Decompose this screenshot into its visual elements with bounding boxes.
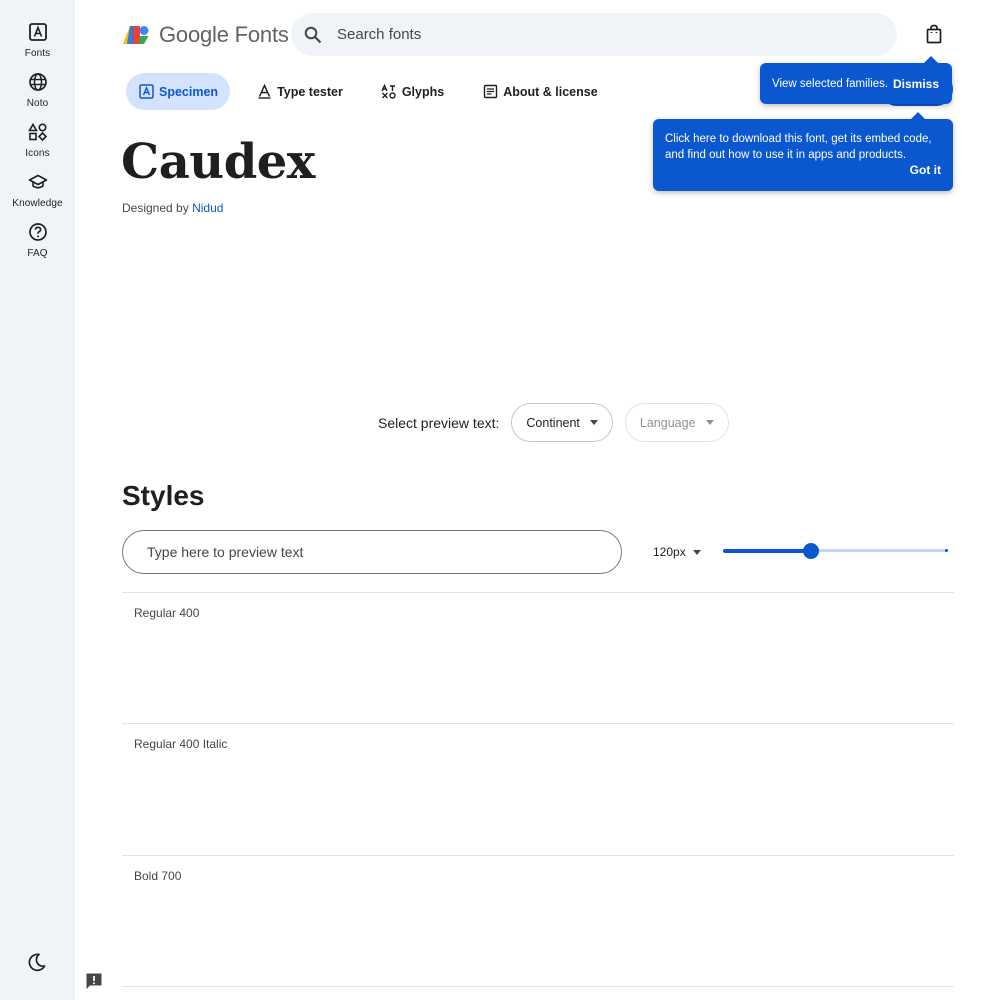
download-tooltip: Click here to download this font, get it… [653, 112, 953, 191]
fonts-icon [26, 20, 50, 44]
preview-text-field[interactable] [122, 530, 622, 574]
language-value: Language [639, 415, 696, 430]
rail-item-icons[interactable]: Icons [0, 120, 75, 159]
caret-down-icon [705, 420, 714, 425]
dismiss-button[interactable]: Dismiss [893, 77, 939, 91]
google-fonts-logo-icon [123, 26, 149, 44]
styles-heading: Styles [122, 480, 205, 511]
style-row-regular-400[interactable]: Regular 400 [122, 592, 954, 723]
tab-label: About & license [503, 84, 598, 99]
brand-name: Google Fonts [159, 22, 289, 47]
font-family-name: Caudex [121, 134, 315, 190]
rail-item-label: Knowledge [12, 198, 63, 209]
font-size-dropdown[interactable]: 120px [653, 545, 701, 559]
divider [122, 986, 954, 987]
rail-item-noto[interactable]: Noto [0, 70, 75, 109]
slider-fill [723, 549, 811, 553]
specimen-icon [138, 84, 154, 100]
preview-text-input[interactable] [147, 544, 587, 560]
rail-item-label: Fonts [24, 48, 51, 59]
tooltip-text: Click here to download this font, get it… [665, 133, 932, 161]
search-icon [301, 23, 325, 47]
tooltip-text: View selected families. [772, 77, 889, 90]
tab-glyphs[interactable]: Glyphs [369, 73, 456, 110]
tooltip-arrow [911, 112, 925, 119]
navigation-rail: Fonts Noto Icons Knowledge FAQ [0, 0, 75, 1000]
style-name: Regular 400 Italic [134, 737, 228, 751]
style-row-bold-700[interactable]: Bold 700 [122, 855, 954, 986]
rail-item-label: Noto [26, 98, 49, 109]
search-input[interactable] [337, 26, 837, 43]
shopping-bag-icon[interactable] [922, 22, 946, 46]
rail-item-label: Icons [25, 148, 50, 159]
preview-text-selector: Select preview text: Continent Language [378, 403, 741, 442]
font-size-value: 120px [653, 545, 686, 559]
slider-end-dot [945, 549, 948, 552]
caret-down-icon [692, 549, 701, 555]
globe-icon [26, 70, 50, 94]
font-size-slider[interactable] [723, 543, 948, 559]
slider-thumb[interactable] [803, 543, 819, 559]
search-bar[interactable] [291, 13, 897, 56]
rail-item-knowledge[interactable]: Knowledge [0, 170, 75, 209]
shapes-icon [26, 120, 50, 144]
tab-label: Glyphs [401, 84, 445, 99]
rail-item-faq[interactable]: FAQ [0, 220, 75, 259]
article-icon [482, 84, 498, 100]
style-name: Bold 700 [134, 869, 182, 883]
designer-credit: Designed by Nidud [122, 201, 223, 215]
glyphs-icon [381, 84, 397, 100]
style-row-regular-400-italic[interactable]: Regular 400 Italic [122, 723, 954, 854]
caret-down-icon [589, 420, 598, 425]
google-fonts-logo[interactable]: Google Fonts [122, 22, 289, 48]
rail-item-fonts[interactable]: Fonts [0, 20, 75, 59]
specimen-tabs: Specimen Type tester Glyphs About & lice… [126, 73, 624, 110]
feedback-icon[interactable] [84, 971, 104, 991]
preview-text-value: Continent [526, 415, 580, 430]
tab-label: Type tester [277, 84, 343, 99]
tab-about-license[interactable]: About & license [470, 73, 609, 110]
tab-label: Specimen [159, 84, 219, 99]
got-it-button[interactable]: Got it [910, 162, 941, 178]
tooltip-arrow [924, 56, 938, 63]
selected-families-tooltip: View selected families. Dismiss [760, 56, 952, 104]
designed-by-label: Designed by [122, 201, 189, 215]
tab-specimen[interactable]: Specimen [126, 73, 231, 110]
preview-text-label: Select preview text: [378, 414, 500, 431]
dark-mode-icon[interactable] [25, 950, 49, 974]
type-tester-icon [256, 84, 272, 100]
tab-type-tester[interactable]: Type tester [244, 73, 355, 110]
rail-item-label: FAQ [27, 248, 48, 259]
designer-link[interactable]: Nidud [192, 201, 223, 215]
help-icon [26, 220, 50, 244]
preview-text-dropdown[interactable]: Continent [511, 403, 613, 442]
style-name: Regular 400 [134, 606, 200, 620]
language-dropdown[interactable]: Language [624, 403, 729, 442]
school-icon [26, 170, 50, 194]
